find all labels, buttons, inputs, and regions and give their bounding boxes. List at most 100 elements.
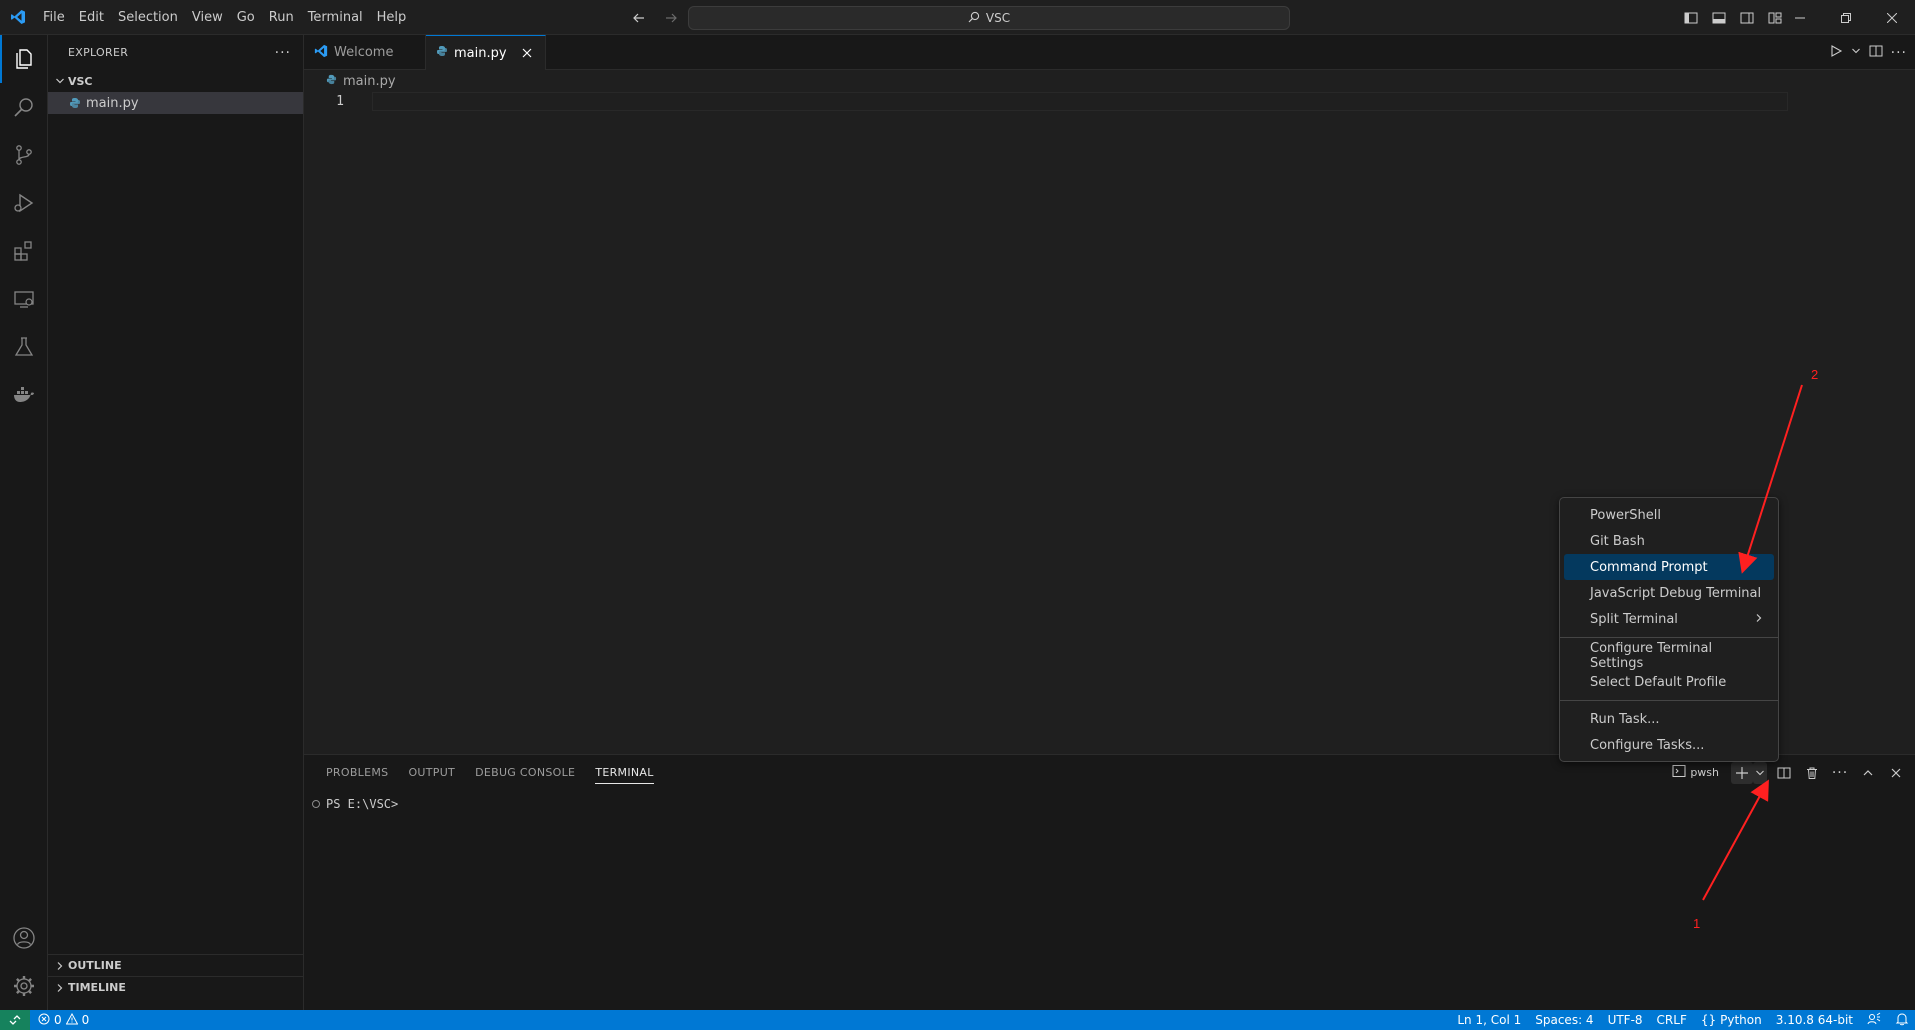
tab-label: Welcome [334,45,394,60]
extensions-icon[interactable] [0,227,48,275]
accounts-icon[interactable] [0,914,48,962]
menu-item-split-terminal[interactable]: Split Terminal [1564,606,1774,632]
terminal-output[interactable]: PS E:\VSC> [312,797,398,811]
close-window-icon[interactable] [1869,0,1915,35]
notifications-bell-icon[interactable] [1895,1012,1909,1029]
warning-icon [65,1012,78,1028]
menu-edit[interactable]: Edit [72,0,111,35]
menu-item-label: Configure Terminal Settings [1590,641,1713,671]
menu-item-command-prompt[interactable]: Command Prompt [1564,554,1774,580]
annotation-label-2: 2 [1811,367,1819,382]
menu-item-label: JavaScript Debug Terminal [1590,585,1762,601]
tab-problems[interactable]: PROBLEMS [316,755,398,790]
current-line-highlight [372,92,1788,111]
bottom-panel: PROBLEMS OUTPUT DEBUG CONSOLE TERMINAL p… [304,754,1915,1010]
close-panel-icon[interactable] [1885,762,1907,784]
menu-help[interactable]: Help [370,0,414,35]
search-view-icon[interactable] [0,83,48,131]
more-actions-icon[interactable]: ··· [275,45,291,61]
folder-section-header[interactable]: VSC [48,70,303,92]
editor-actions: ··· [1829,35,1907,70]
menu-selection[interactable]: Selection [111,0,185,35]
toggle-secondary-sidebar-icon[interactable] [1736,7,1758,29]
menu-item-git-bash[interactable]: Git Bash [1564,528,1774,554]
menu-item-label: Split Terminal [1590,611,1678,627]
error-icon [38,1013,50,1028]
line-number: 1 [336,94,344,109]
remote-indicator-icon[interactable] [0,1010,30,1030]
minimize-icon[interactable] [1777,0,1823,35]
split-terminal-icon[interactable] [1773,762,1795,784]
sidebar-header: EXPLORER ··· [48,35,303,70]
folder-name: VSC [68,74,93,88]
new-terminal-profile-menu: PowerShell Git Bash Command Prompt JavaS… [1559,497,1779,762]
tab-main-py[interactable]: main.py [426,35,546,70]
remote-explorer-icon[interactable] [0,275,48,323]
submenu-chevron-right-icon [1754,612,1764,627]
launch-profile-chevron-icon[interactable] [1753,761,1767,784]
activity-bar [0,35,48,1010]
feedback-icon[interactable] [1867,1012,1881,1029]
file-item-main-py[interactable]: main.py [48,92,303,114]
menu-item-select-default-profile[interactable]: Select Default Profile [1564,669,1774,695]
docker-icon[interactable] [0,371,48,419]
file-name: main.py [86,95,139,111]
more-actions-icon[interactable]: ··· [1829,762,1851,784]
vscode-logo-icon [0,0,36,35]
new-terminal-plus-icon[interactable] [1731,761,1753,784]
menu-bar: File Edit Selection View Go Run Terminal… [36,0,413,35]
run-and-debug-icon[interactable] [0,179,48,227]
menu-view[interactable]: View [185,0,230,35]
menu-item-configure-tasks[interactable]: Configure Tasks... [1564,732,1774,758]
menu-file[interactable]: File [36,0,72,35]
menu-item-label: Command Prompt [1590,559,1708,575]
terminal-prompt: PS E:\VSC> [326,797,399,811]
python-file-icon [64,97,86,109]
back-arrow-icon[interactable] [628,7,650,29]
python-interpreter[interactable]: 3.10.8 64-bit [1776,1013,1853,1027]
tab-welcome[interactable]: Welcome [304,35,426,70]
close-tab-icon[interactable] [519,43,535,63]
manage-gear-icon[interactable] [0,962,48,1010]
encoding[interactable]: UTF-8 [1608,1013,1643,1027]
menu-item-run-task[interactable]: Run Task... [1564,706,1774,732]
command-decoration-icon [312,800,320,808]
forward-arrow-icon[interactable] [660,7,682,29]
menu-item-powershell[interactable]: PowerShell [1564,502,1774,528]
tab-debug-console[interactable]: DEBUG CONSOLE [465,755,585,790]
menu-run[interactable]: Run [262,0,301,35]
more-actions-icon[interactable]: ··· [1891,45,1907,61]
tab-terminal[interactable]: TERMINAL [585,755,663,790]
indentation[interactable]: Spaces: 4 [1535,1013,1593,1027]
command-center-search[interactable]: VSC [688,6,1290,30]
menu-item-configure-terminal-settings[interactable]: Configure Terminal Settings [1564,641,1774,671]
testing-flask-icon[interactable] [0,323,48,371]
maximize-panel-chevron-up-icon[interactable] [1857,762,1879,784]
menu-separator [1560,700,1778,701]
toggle-primary-sidebar-icon[interactable] [1680,7,1702,29]
vscode-logo-icon [314,44,328,62]
language-mode[interactable]: {} Python [1701,1013,1762,1027]
cursor-position[interactable]: Ln 1, Col 1 [1457,1013,1521,1027]
menu-separator [1560,637,1778,638]
problems-status[interactable]: 0 0 [30,1012,89,1028]
chevron-down-icon[interactable] [1851,45,1861,60]
outline-section[interactable]: OUTLINE [48,954,304,976]
tab-output[interactable]: OUTPUT [398,755,465,790]
timeline-section[interactable]: TIMELINE [48,976,304,998]
code-line[interactable]: 1 [304,92,1915,111]
run-python-file-icon[interactable] [1829,44,1843,62]
toggle-panel-icon[interactable] [1708,7,1730,29]
menu-item-javascript-debug-terminal[interactable]: JavaScript Debug Terminal [1564,580,1774,606]
restore-icon[interactable] [1823,0,1869,35]
terminal-instance-selector[interactable]: pwsh [1672,762,1719,784]
source-control-icon[interactable] [0,131,48,179]
split-editor-icon[interactable] [1869,44,1883,62]
menu-go[interactable]: Go [230,0,262,35]
explorer-icon[interactable] [0,35,48,83]
kill-terminal-trash-icon[interactable] [1801,762,1823,784]
menu-terminal[interactable]: Terminal [301,0,370,35]
breadcrumb-file[interactable]: main.py [343,74,396,89]
end-of-line[interactable]: CRLF [1657,1013,1687,1027]
breadcrumb: main.py [304,70,1915,92]
